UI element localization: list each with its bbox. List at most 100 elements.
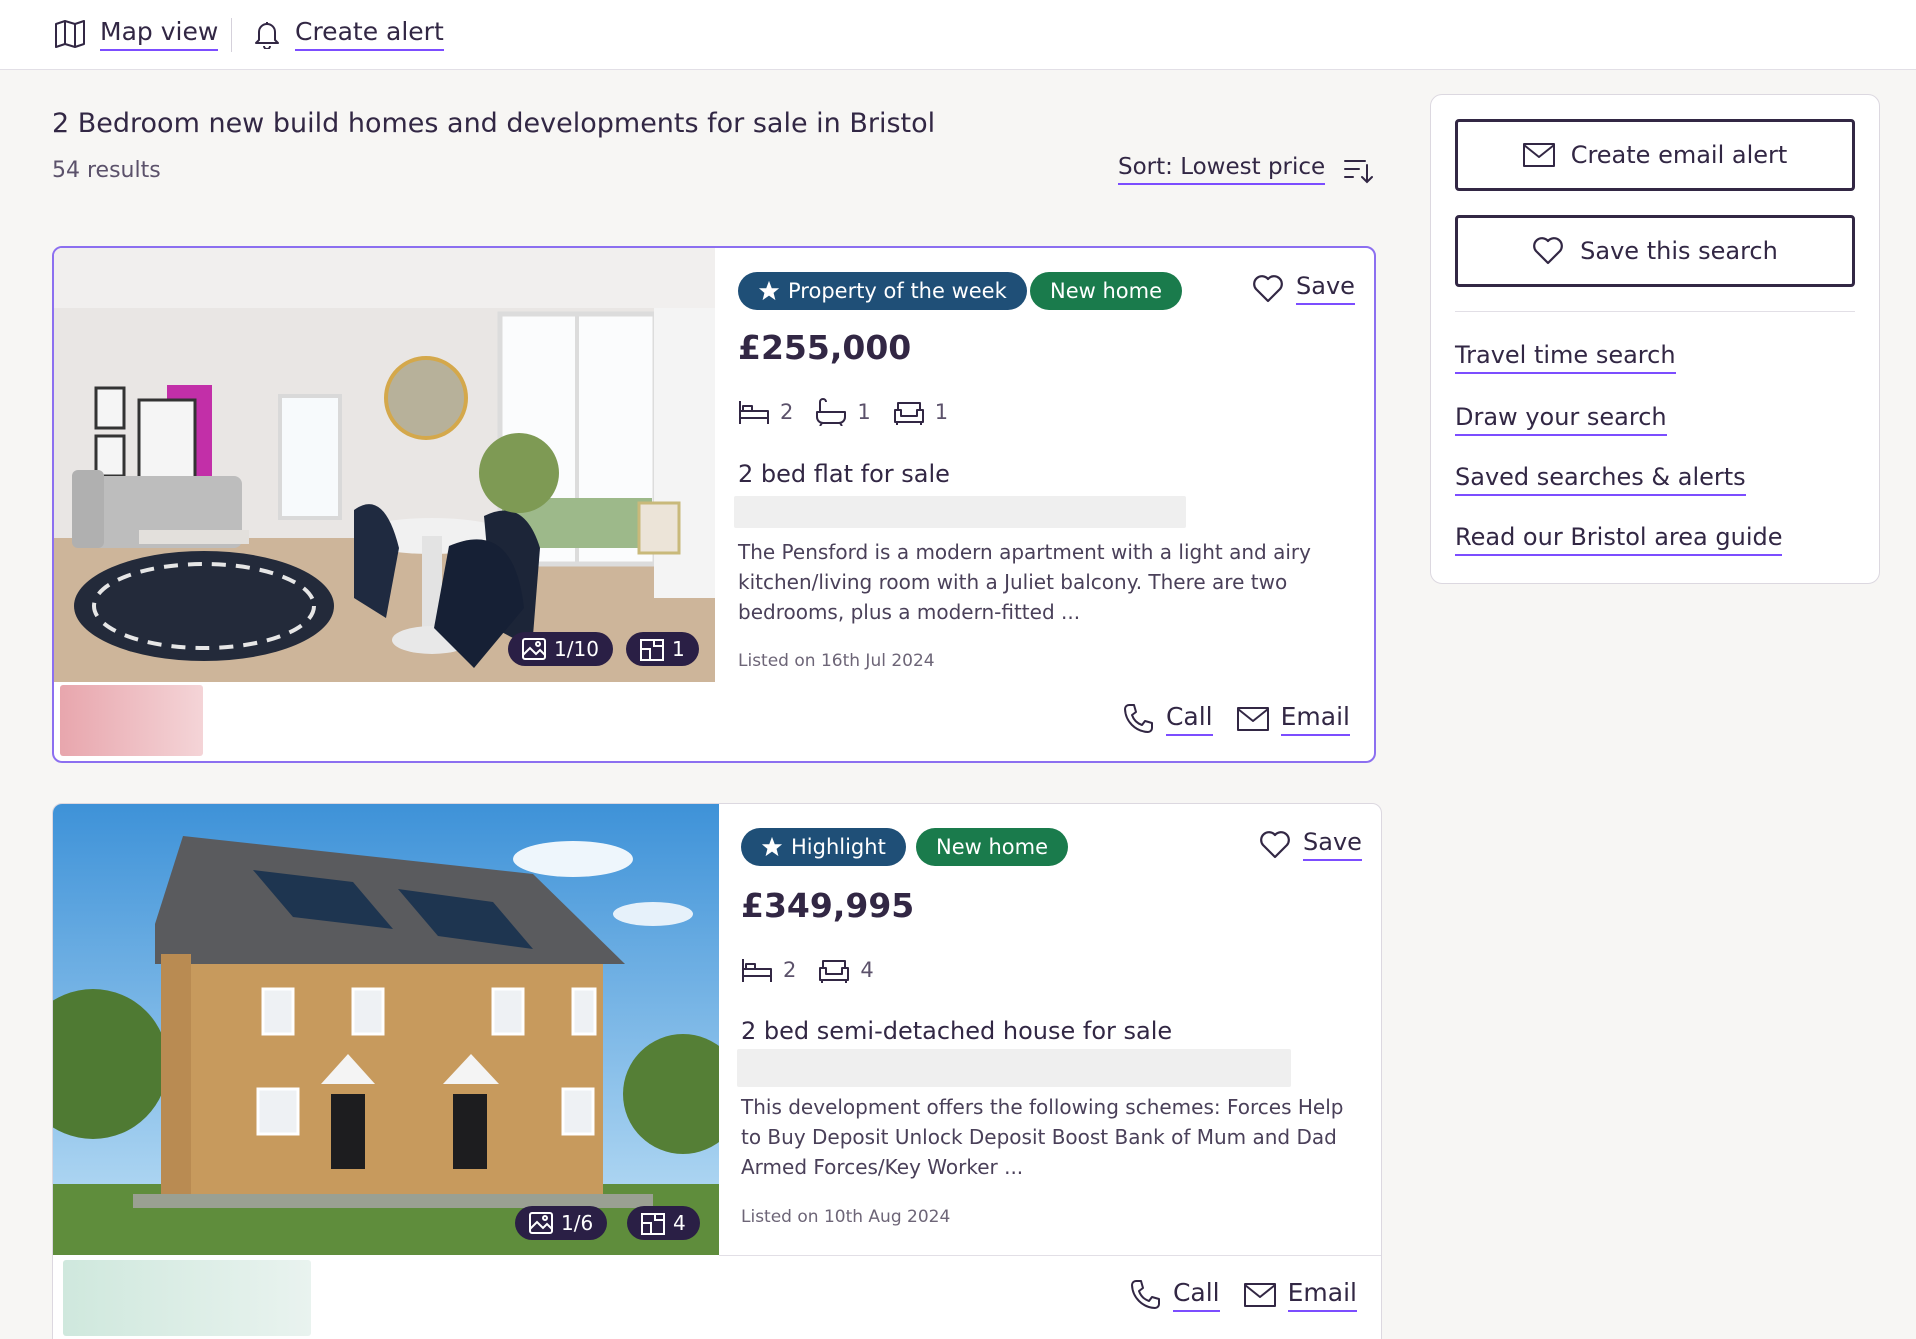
results-count: 54 results [52, 158, 161, 183]
save-label: Save [1303, 828, 1362, 861]
floorplan-count-pill[interactable]: 1 [626, 632, 699, 666]
map-view-link[interactable]: Map view [54, 14, 219, 54]
email-label: Email [1287, 1278, 1357, 1312]
floorplan-count: 1 [672, 637, 685, 661]
call-label: Call [1172, 1278, 1220, 1312]
draw-your-search-link[interactable]: Draw your search [1455, 403, 1667, 436]
image-icon [522, 638, 546, 660]
listed-date: Listed on 10th Aug 2024 [741, 1207, 951, 1227]
listing-description: The Pensford is a modern apartment with … [738, 540, 1311, 624]
listing-price[interactable]: £255,000 [738, 328, 911, 367]
receptions-spec: 1 [893, 398, 948, 426]
agent-logo [63, 1260, 311, 1336]
call-button[interactable]: Call [1129, 1278, 1220, 1312]
mail-icon [1522, 143, 1555, 167]
create-email-alert-button[interactable]: Create email alert [1455, 119, 1855, 191]
floorplan-count-pill[interactable]: 4 [627, 1206, 700, 1240]
floorplan-icon [641, 1211, 665, 1235]
sidebar-divider [1455, 311, 1855, 312]
bell-icon [253, 19, 281, 49]
star-icon [758, 280, 780, 302]
star-icon [761, 836, 783, 858]
listing-description: This development offers the following sc… [741, 1095, 1344, 1179]
save-button[interactable]: Save [1252, 272, 1355, 305]
listing-card[interactable]: 1/6 4 Highlight New home Save £349,995 2 [52, 803, 1382, 1339]
listing-title[interactable]: 2 bed semi-detached house for sale [741, 1017, 1172, 1045]
receptions-count: 4 [860, 958, 874, 982]
listing-photo[interactable]: 1/10 1 [54, 248, 715, 682]
sidebar-panel: Create email alert Save this search Trav… [1430, 94, 1880, 584]
save-search-button[interactable]: Save this search [1455, 215, 1855, 287]
page-title: 2 Bedroom new build homes and developmen… [52, 108, 936, 139]
save-label: Save [1296, 272, 1355, 305]
listing-specs: 2 1 1 [738, 398, 948, 426]
bed-icon [741, 956, 773, 984]
listing-title[interactable]: 2 bed flat for sale [738, 460, 950, 488]
new-home-badge: New home [1030, 272, 1183, 310]
phone-icon [1129, 1279, 1161, 1311]
floorplan-icon [640, 637, 664, 661]
photo-count-pill[interactable]: 1/10 [508, 632, 613, 666]
save-search-label: Save this search [1580, 237, 1778, 265]
photo-count: 1/6 [561, 1211, 594, 1235]
create-alert-link[interactable]: Create alert [253, 14, 444, 54]
badge-label: New home [936, 835, 1049, 859]
mail-icon [1236, 707, 1269, 731]
photo-count: 1/10 [554, 637, 599, 661]
map-view-label: Map view [100, 17, 219, 51]
call-button[interactable]: Call [1122, 702, 1213, 736]
travel-time-search-link[interactable]: Travel time search [1455, 341, 1676, 374]
sort-icon [1343, 156, 1374, 184]
create-email-alert-label: Create email alert [1570, 141, 1788, 169]
bath-icon [815, 398, 847, 426]
beds-spec: 2 [741, 956, 796, 984]
baths-count: 1 [857, 400, 871, 424]
listing-price[interactable]: £349,995 [741, 886, 914, 925]
listed-date: Listed on 16th Jul 2024 [738, 651, 935, 671]
map-icon [54, 20, 86, 48]
create-alert-label: Create alert [295, 17, 444, 51]
badge-label: Highlight [791, 835, 886, 859]
topbar-divider [231, 18, 232, 52]
contact-actions: Call Email [1129, 1278, 1357, 1312]
listing-card[interactable]: 1/10 1 Property of the week New home Sav… [52, 246, 1376, 763]
email-button[interactable]: Email [1236, 702, 1350, 736]
top-bar: Map view Create alert [0, 0, 1916, 70]
sort-control[interactable]: Sort: Lowest price [1118, 154, 1374, 185]
sofa-icon [818, 956, 850, 984]
badge-label: Property of the week [788, 279, 1007, 303]
beds-spec: 2 [738, 398, 793, 426]
listing-photo[interactable]: 1/6 4 [53, 804, 719, 1255]
save-button[interactable]: Save [1259, 828, 1362, 861]
receptions-count: 1 [934, 400, 949, 424]
listing-address-redacted [734, 496, 1186, 528]
listing-specs: 2 4 [741, 956, 874, 984]
bed-icon [738, 398, 770, 426]
listing-address-redacted [737, 1049, 1291, 1087]
phone-icon [1122, 703, 1154, 735]
contact-actions: Call Email [1122, 702, 1350, 736]
call-label: Call [1165, 702, 1213, 736]
email-label: Email [1280, 702, 1350, 736]
baths-spec: 1 [815, 398, 871, 426]
heart-icon [1259, 830, 1291, 860]
email-button[interactable]: Email [1243, 1278, 1357, 1312]
floorplan-count: 4 [673, 1211, 686, 1235]
card-divider [719, 1255, 1381, 1256]
photo-count-pill[interactable]: 1/6 [515, 1206, 608, 1240]
bristol-area-guide-link[interactable]: Read our Bristol area guide [1455, 523, 1783, 556]
sofa-icon [893, 398, 925, 426]
badge-label: New home [1050, 279, 1163, 303]
sort-label: Sort: Lowest price [1118, 154, 1326, 185]
property-of-week-badge: Property of the week [738, 272, 1027, 310]
highlight-badge: Highlight [741, 828, 906, 866]
agent-logo [60, 685, 203, 756]
heart-icon [1252, 274, 1284, 304]
saved-searches-alerts-link[interactable]: Saved searches & alerts [1455, 463, 1746, 496]
image-icon [529, 1212, 553, 1234]
heart-icon [1532, 236, 1564, 266]
new-home-badge: New home [916, 828, 1069, 866]
mail-icon [1243, 1283, 1276, 1307]
beds-count: 2 [783, 958, 797, 982]
beds-count: 2 [780, 400, 794, 424]
